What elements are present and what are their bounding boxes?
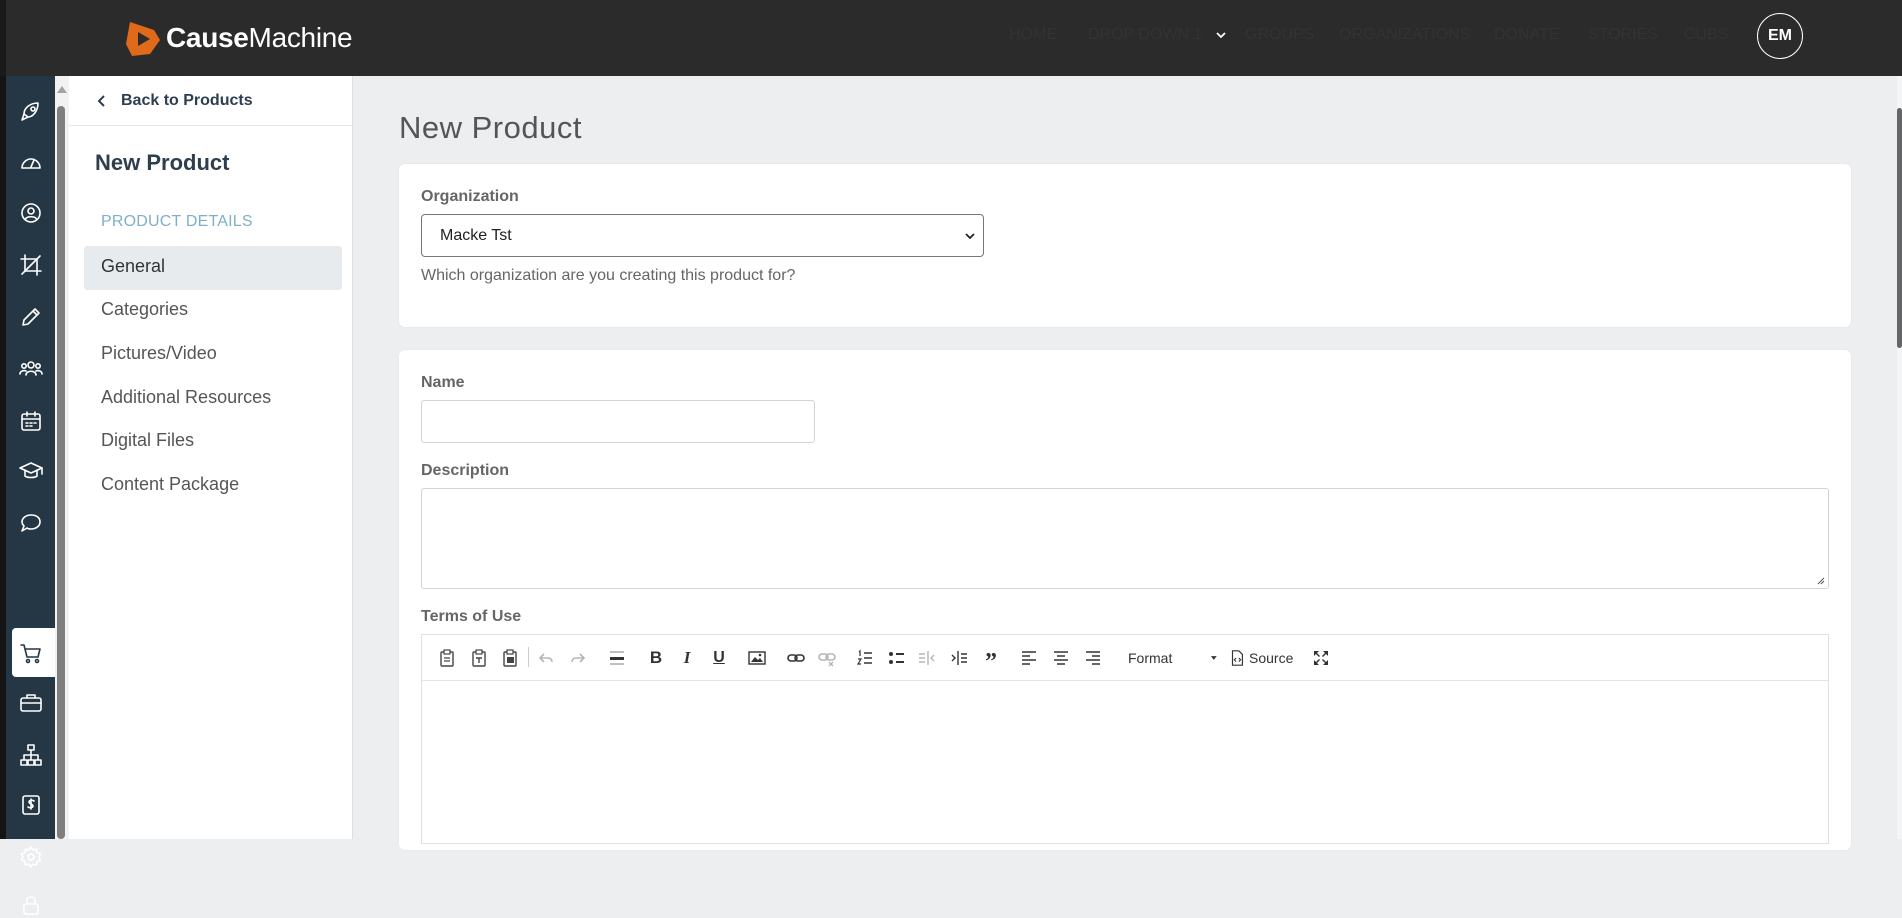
back-link-label: Back to Products xyxy=(121,91,253,109)
product-details-section-label: PRODUCT DETAILS xyxy=(101,213,253,230)
chevron-left-icon xyxy=(97,94,105,107)
source-button[interactable]: Source xyxy=(1228,647,1298,669)
undo-icon[interactable] xyxy=(535,647,557,669)
crop-icon[interactable] xyxy=(18,252,44,278)
nav-drop-down-1[interactable]: DROP DOWN 1 xyxy=(1088,26,1227,44)
terms-of-use-editor[interactable]: B I U ” Format Source xyxy=(421,634,1829,844)
pencil-icon[interactable] xyxy=(18,304,44,330)
logo-icon xyxy=(126,22,160,56)
nav-home[interactable]: HOME xyxy=(1009,26,1057,44)
gear-icon[interactable] xyxy=(18,844,44,870)
resize-handle-icon[interactable] xyxy=(1817,577,1825,585)
organization-label: Organization xyxy=(421,188,519,205)
cart-icon[interactable] xyxy=(18,640,44,666)
editor-toolbar: B I U ” Format Source xyxy=(422,635,1828,681)
nav-stories[interactable]: STORIES xyxy=(1588,26,1658,44)
paste-from-word-icon[interactable] xyxy=(499,647,521,669)
sitemap-icon[interactable] xyxy=(18,742,44,768)
causemachine-logo[interactable]: CauseMachine xyxy=(124,16,353,60)
caret-down-icon xyxy=(1211,656,1218,660)
align-right-icon[interactable] xyxy=(1082,647,1104,669)
product-subnav: Back to Products New Product PRODUCT DET… xyxy=(69,76,353,839)
user-avatar[interactable]: EM xyxy=(1757,13,1803,59)
name-label: Name xyxy=(421,374,465,391)
source-icon xyxy=(1231,650,1243,666)
subnav-item-additional-resources[interactable]: Additional Resources xyxy=(101,387,271,408)
organization-selected-value: Macke Tst xyxy=(440,226,512,244)
organization-select[interactable]: Macke Tst xyxy=(421,214,984,257)
toolbar-separator xyxy=(528,647,529,667)
indent-icon[interactable] xyxy=(948,647,970,669)
description-label: Description xyxy=(421,462,510,479)
nav-organizations[interactable]: ORGANIZATIONS xyxy=(1339,26,1470,44)
page-scrollbar[interactable] xyxy=(1897,76,1902,839)
nav-cubs[interactable]: CUBS xyxy=(1684,26,1728,44)
source-button-label: Source xyxy=(1249,650,1294,666)
subnav-item-digital-files[interactable]: Digital Files xyxy=(101,430,194,451)
blockquote-icon[interactable]: ” xyxy=(980,647,1002,674)
logo-text: CauseMachine xyxy=(166,22,353,53)
subnav-item-general[interactable]: General xyxy=(101,256,165,277)
rocket-icon[interactable] xyxy=(18,98,44,124)
organization-help-text: Which organization are you creating this… xyxy=(421,267,796,284)
format-dropdown-label: Format xyxy=(1128,650,1173,666)
chevron-down-icon xyxy=(965,233,975,240)
chevron-down-icon xyxy=(1216,32,1226,39)
paste-text-icon[interactable] xyxy=(468,647,490,669)
image-icon[interactable] xyxy=(746,647,768,669)
graduation-cap-icon[interactable] xyxy=(18,458,44,484)
numbered-list-icon[interactable] xyxy=(854,647,876,669)
lock-icon[interactable] xyxy=(18,892,44,918)
rail-edge xyxy=(0,76,6,839)
briefcase-icon[interactable] xyxy=(18,690,44,716)
align-left-icon[interactable] xyxy=(1018,647,1040,669)
subnav-title: New Product xyxy=(95,150,230,175)
top-navbar: CauseMachine HOME DROP DOWN 1 GROUPS ORG… xyxy=(0,0,1902,76)
back-to-products-link[interactable]: Back to Products xyxy=(69,76,353,126)
align-center-icon[interactable] xyxy=(1050,647,1072,669)
subnav-item-content-package[interactable]: Content Package xyxy=(101,474,239,495)
page-scrollbar-thumb[interactable] xyxy=(1897,108,1902,348)
scroll-up-arrow-icon[interactable] xyxy=(57,86,67,93)
user-circle-icon[interactable] xyxy=(18,200,44,226)
paste-icon[interactable] xyxy=(436,647,458,669)
nav-groups[interactable]: GROUPS xyxy=(1245,26,1314,44)
bold-icon[interactable]: B xyxy=(645,647,667,669)
page-title: New Product xyxy=(399,110,582,145)
subnav-item-categories[interactable]: Categories xyxy=(101,299,188,320)
underline-icon[interactable]: U xyxy=(708,647,730,669)
name-input[interactable] xyxy=(421,400,815,443)
italic-icon[interactable]: I xyxy=(676,647,698,669)
dollar-icon[interactable] xyxy=(18,792,44,818)
scrollbar-thumb[interactable] xyxy=(57,106,65,839)
description-textarea[interactable] xyxy=(421,488,1829,589)
left-scrollbar[interactable] xyxy=(55,76,69,839)
icon-rail xyxy=(0,76,58,915)
nav-donate[interactable]: DONATE xyxy=(1494,26,1559,44)
maximize-icon[interactable] xyxy=(1310,647,1332,669)
nav-drop-down-1-label: DROP DOWN 1 xyxy=(1088,26,1203,43)
outdent-icon[interactable] xyxy=(916,647,938,669)
link-icon[interactable] xyxy=(785,647,807,669)
bulleted-list-icon[interactable] xyxy=(886,647,908,669)
dashboard-icon[interactable] xyxy=(18,150,44,176)
horizontal-rule-icon[interactable] xyxy=(606,647,628,669)
window-edge xyxy=(0,0,6,76)
format-dropdown[interactable]: Format xyxy=(1122,647,1218,669)
unlink-icon[interactable] xyxy=(816,647,838,669)
subnav-item-pictures-video[interactable]: Pictures/Video xyxy=(101,343,217,364)
redo-icon[interactable] xyxy=(567,647,589,669)
chat-icon[interactable] xyxy=(18,510,44,536)
terms-of-use-label: Terms of Use xyxy=(421,608,522,625)
users-icon[interactable] xyxy=(18,356,44,382)
calendar-icon[interactable] xyxy=(18,408,44,434)
